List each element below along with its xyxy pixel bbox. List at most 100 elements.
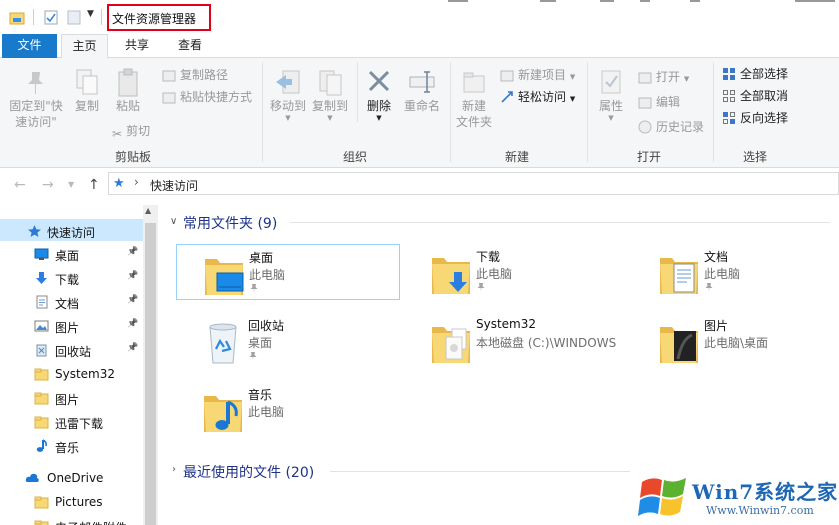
sidebar-item[interactable]: 文档 📌 [0, 290, 143, 314]
up-arrow-icon[interactable]: ↑ [88, 177, 100, 193]
decor-line [600, 0, 614, 2]
tab-share[interactable]: 共享 [112, 34, 162, 58]
copy-button[interactable]: 复制 [70, 68, 104, 114]
edit-button[interactable]: 编辑 [638, 94, 680, 113]
sidebar-item[interactable]: 下载 📌 [0, 266, 143, 290]
sidebar-item-label: 快速访问 [47, 226, 96, 240]
group-label-clipboard: 剪贴板 [114, 150, 151, 164]
group-label-open: 打开 [636, 150, 661, 164]
select-none-button[interactable]: 全部取消 [722, 88, 788, 107]
sidebar-item[interactable]: 图片 [0, 386, 143, 410]
folder-tile[interactable]: 图片 此电脑\桌面 [632, 313, 839, 369]
forward-arrow-icon[interactable]: → [42, 177, 54, 193]
expand-chevron-icon[interactable]: › [172, 464, 176, 475]
sidebar-item[interactable]: 音乐 [0, 434, 143, 458]
sidebar-item[interactable]: 电子邮件附件 [0, 514, 143, 525]
copy-path-button[interactable]: 复制路径 [162, 67, 228, 86]
customize-qa-dropdown-icon[interactable]: ▼ [87, 9, 94, 19]
decor-line [448, 0, 468, 2]
breadcrumb-chevron-icon[interactable]: › [134, 175, 139, 189]
back-arrow-icon[interactable]: ← [14, 177, 26, 193]
sidebar-scrollbar-thumb[interactable] [145, 223, 156, 525]
history-icon [638, 120, 652, 138]
section-divider [290, 222, 830, 223]
folder-location: 此电脑 [704, 267, 741, 281]
sidebar-item[interactable]: Pictures [0, 490, 143, 514]
folder-tile[interactable]: 下载 此电脑 [404, 244, 628, 300]
recycle-bin-icon [34, 343, 49, 357]
scroll-up-arrow-icon[interactable]: ▲ [145, 206, 151, 215]
folder-tile[interactable]: 回收站 桌面 [176, 313, 400, 369]
decor-line [795, 0, 835, 2]
folder-tile[interactable]: 桌面 此电脑 [176, 244, 400, 300]
paste-shortcut-button[interactable]: 粘贴快捷方式 [162, 89, 252, 108]
open-button[interactable]: 打开 ▼ [638, 69, 689, 88]
tab-view[interactable]: 查看 [166, 34, 214, 58]
edit-icon [638, 97, 652, 113]
dropdown-arrow-icon: ▼ [683, 75, 690, 83]
history-label: 历史记录 [656, 120, 705, 134]
folder-name: System32 [476, 317, 537, 331]
delete-button[interactable]: 删除 ▼ [362, 68, 396, 122]
sidebar-item[interactable]: System32 [0, 362, 143, 386]
group-separator [357, 62, 358, 122]
collapse-chevron-icon[interactable]: ∨ [170, 216, 177, 227]
pin-icon: 📌 [127, 295, 139, 305]
sidebar-item[interactable]: 回收站 📌 [0, 338, 143, 362]
properties-button[interactable]: 属性 ▼ [592, 68, 630, 122]
folder-tile[interactable]: 文档 此电脑 [632, 244, 839, 300]
document-icon [34, 295, 49, 309]
sidebar-item-label: Pictures [55, 495, 103, 509]
delete-label: 删除 [366, 99, 391, 113]
paste-button[interactable]: 粘贴 [110, 68, 146, 114]
rename-icon [400, 68, 444, 98]
group-separator [713, 62, 714, 162]
group-separator [587, 62, 588, 162]
folder-tile[interactable]: System32 本地磁盘 (C:)\WINDOWS [404, 313, 628, 369]
invert-selection-button[interactable]: 反向选择 [722, 110, 788, 129]
sidebar-item[interactable]: 快速访问 [0, 219, 143, 241]
new-folder-qa-icon[interactable] [67, 10, 81, 28]
address-bar[interactable] [108, 172, 839, 195]
rename-button[interactable]: 重命名 [400, 68, 444, 114]
sidebar-item-label: 图片 [55, 321, 80, 335]
paste-icon [110, 68, 146, 98]
folder-name: 文档 [704, 250, 729, 264]
cut-button[interactable]: ✂ 剪切 [112, 123, 150, 142]
copy-to-button[interactable]: 复制到 ▼ [308, 68, 352, 122]
copy-label: 复制 [74, 99, 99, 113]
copy-to-icon [308, 68, 352, 98]
tab-file[interactable]: 文件 [2, 34, 57, 58]
tab-home[interactable]: 主页 [61, 34, 108, 59]
properties-label: 属性 [598, 99, 623, 113]
easy-access-button[interactable]: 轻松访问 ▼ [500, 89, 575, 108]
select-all-button[interactable]: 全部选择 [722, 66, 788, 85]
recent-files-header[interactable]: 最近使用的文件 (20) [183, 462, 314, 482]
folder-tile[interactable]: 音乐 此电脑 [176, 382, 400, 438]
folder-location: 此电脑 [249, 268, 286, 282]
history-button[interactable]: 历史记录 [638, 119, 704, 138]
system32-folder-icon [430, 319, 472, 365]
frequent-folders-header[interactable]: 常用文件夹 (9) [183, 213, 277, 233]
properties-qa-icon[interactable] [44, 10, 58, 28]
move-to-button[interactable]: 移动到 ▼ [266, 68, 310, 122]
ribbon-tabs: 文件 主页 共享 查看 [0, 34, 839, 59]
pin-icon [476, 282, 486, 295]
ribbon: 固定到"快 速访问" 复制 粘贴 复制路径 粘贴快捷方式 ✂ 剪切 剪贴板 移动到… [0, 58, 839, 168]
new-folder-button[interactable]: 新建 文件夹 [452, 68, 496, 130]
sidebar-item[interactable]: 迅雷下载 [0, 410, 143, 434]
breadcrumb[interactable]: 快速访问 [150, 177, 198, 194]
pin-icon: 📌 [127, 319, 139, 329]
sidebar-item[interactable]: 桌面 📌 [0, 242, 143, 266]
decor-line [640, 0, 650, 2]
recent-locations-chevron-icon[interactable]: ▼ [68, 180, 74, 189]
folder-location: 桌面 [248, 336, 273, 350]
sidebar-item[interactable]: OneDrive [0, 466, 143, 490]
sidebar-item[interactable]: 图片 📌 [0, 314, 143, 338]
watermark-text: Win7系统之家 [692, 480, 839, 504]
new-item-button[interactable]: 新建项目 ▼ [500, 67, 575, 86]
pin-to-quick-access-button[interactable]: 固定到"快 速访问" [6, 68, 66, 130]
explorer-icon[interactable] [9, 10, 25, 28]
open-label: 打开 [656, 70, 681, 84]
separator [33, 9, 34, 25]
